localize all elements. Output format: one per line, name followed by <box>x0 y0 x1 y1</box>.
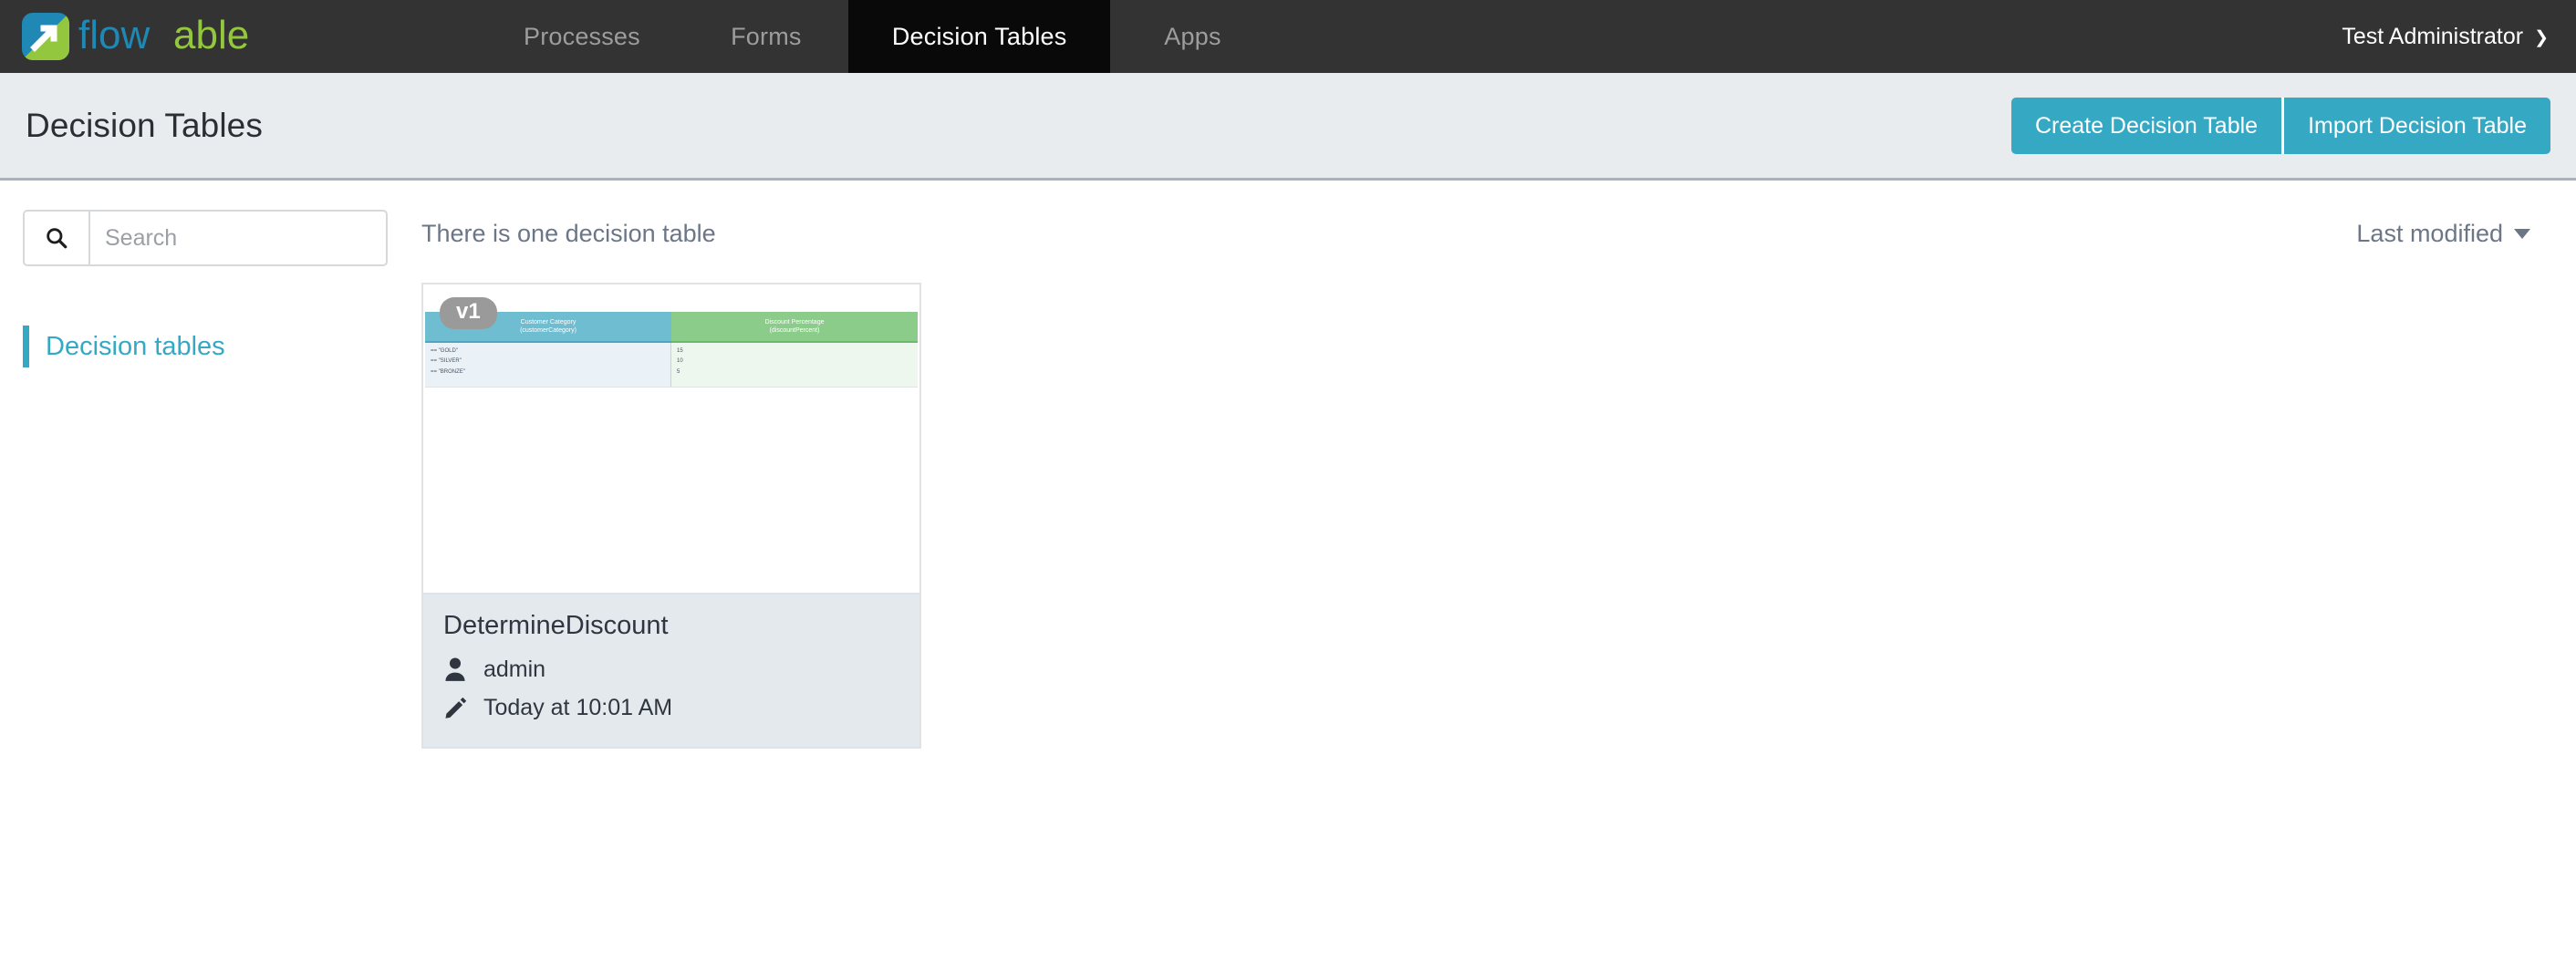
page-title: Decision Tables <box>26 106 263 144</box>
sort-dropdown[interactable]: Last modified <box>2356 220 2549 248</box>
flowable-wordmark-icon: flow able <box>78 15 249 57</box>
thumbnail-output-cell: 15 <box>677 348 683 354</box>
decision-table-thumbnail: v1 Customer Category (customerCategory) … <box>423 284 919 593</box>
decision-table-card[interactable]: v1 Customer Category (customerCategory) … <box>421 283 921 749</box>
user-menu[interactable]: Test Administrator ❯ <box>2342 0 2576 73</box>
decision-table-name: DetermineDiscount <box>443 611 669 640</box>
decision-table-card-info: DetermineDiscount admin Today at 10:01 A… <box>423 593 919 747</box>
decision-table-button-group: Create Decision Table Import Decision Ta… <box>2010 97 2550 154</box>
sidebar-item-decision-tables[interactable]: Decision tables <box>23 325 403 368</box>
sidebar-nav: Decision tables <box>23 325 403 368</box>
thumbnail-input-cell: == "BRONZE" <box>431 368 465 375</box>
thumbnail-output-header-line2: (discountPercent) <box>769 327 820 334</box>
search-input[interactable] <box>88 210 388 266</box>
sort-dropdown-label: Last modified <box>2356 219 2503 247</box>
chevron-down-icon: ❯ <box>2534 27 2549 47</box>
decision-table-card-grid: v1 Customer Category (customerCategory) … <box>421 283 2549 749</box>
main-tabs: Processes Forms Decision Tables Apps <box>480 0 1274 85</box>
tab-forms-label: Forms <box>731 22 802 50</box>
main-content: There is one decision table Last modifie… <box>421 210 2576 749</box>
svg-text:flow: flow <box>78 15 150 57</box>
thumbnail-output-cell: 5 <box>677 368 680 375</box>
thumbnail-mini-table: Customer Category (customerCategory) == … <box>425 312 918 388</box>
thumbnail-output-column: Discount Percentage (discountPercent) 15… <box>671 312 918 387</box>
pencil-icon <box>443 696 483 720</box>
import-decision-table-button[interactable]: Import Decision Table <box>2284 97 2550 154</box>
top-navigation-bar: flow able Processes Forms Decision Table… <box>0 0 2576 85</box>
brand-logo[interactable]: flow able <box>0 0 327 73</box>
svg-text:able: able <box>173 15 249 57</box>
search-icon <box>47 228 68 249</box>
thumbnail-input-cell: == "SILVER" <box>431 358 462 365</box>
thumbnail-output-cells: 15 10 5 <box>671 343 918 387</box>
search-group <box>23 210 388 266</box>
caret-down-icon <box>2514 228 2530 239</box>
thumbnail-output-header-line1: Discount Percentage <box>764 318 825 326</box>
create-decision-table-button[interactable]: Create Decision Table <box>2010 97 2285 154</box>
thumbnail-output-header: Discount Percentage (discountPercent) <box>671 312 918 343</box>
decision-table-author-row: admin <box>443 650 899 688</box>
version-badge: v1 <box>440 297 497 330</box>
header-actions: Create Decision Table Import Decision Ta… <box>2010 97 2550 154</box>
tab-apps-label: Apps <box>1164 22 1221 50</box>
thumbnail-input-cell: == "GOLD" <box>431 348 458 354</box>
page-body: Decision tables There is one decision ta… <box>0 181 2576 749</box>
thumbnail-output-cell: 10 <box>677 358 683 365</box>
user-icon <box>443 657 483 682</box>
thumbnail-input-header-line2: (customerCategory) <box>520 327 576 334</box>
thumbnail-input-cells: == "GOLD" == "SILVER" == "BRONZE" <box>425 343 671 387</box>
user-menu-label: Test Administrator <box>2342 23 2524 49</box>
decision-table-modified-row: Today at 10:01 AM <box>443 688 899 727</box>
tab-processes-label: Processes <box>524 22 640 50</box>
tab-processes[interactable]: Processes <box>480 0 684 73</box>
sidebar: Decision tables <box>0 210 421 368</box>
tab-decision-tables[interactable]: Decision Tables <box>847 0 1111 85</box>
thumbnail-input-header-line1: Customer Category <box>520 318 576 326</box>
sidebar-item-label: Decision tables <box>46 331 225 361</box>
sidebar-active-accent-bar <box>23 326 29 367</box>
tab-apps[interactable]: Apps <box>1110 0 1274 73</box>
main-toolbar: There is one decision table Last modifie… <box>421 210 2549 257</box>
decision-table-modified: Today at 10:01 AM <box>483 694 673 720</box>
tab-decision-tables-label: Decision Tables <box>891 22 1067 50</box>
decision-table-author: admin <box>483 656 546 682</box>
page-header: Decision Tables Create Decision Table Im… <box>0 73 2576 181</box>
flowable-mark-icon <box>22 13 69 60</box>
search-button[interactable] <box>23 210 88 266</box>
tab-forms[interactable]: Forms <box>684 0 848 73</box>
result-count-label: There is one decision table <box>421 219 716 247</box>
